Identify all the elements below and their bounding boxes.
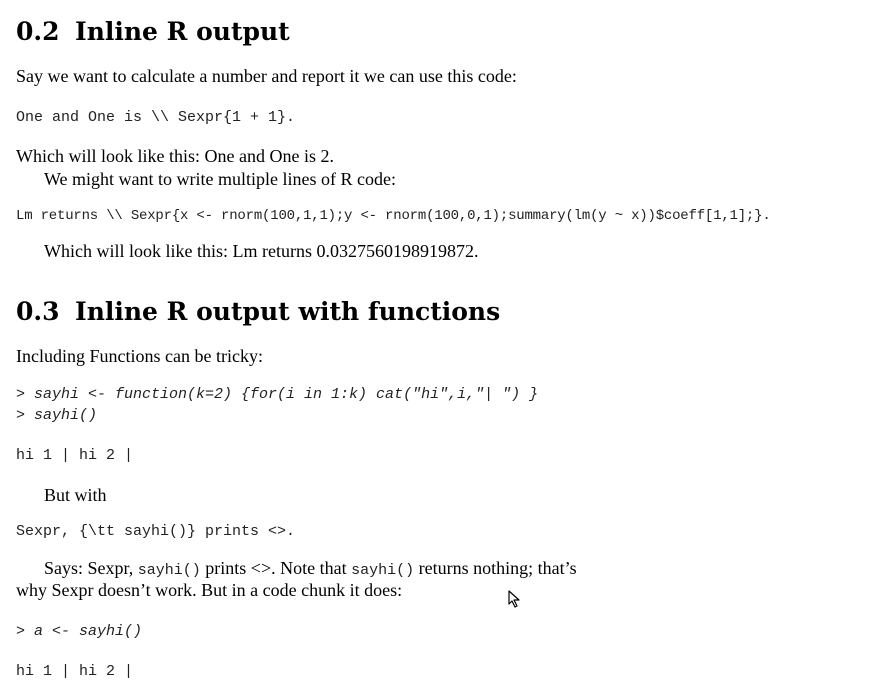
mouse-pointer-icon bbox=[508, 590, 520, 608]
code-line-sexpr-simple: One and One is \\ Sexpr{1 + 1}. bbox=[16, 109, 296, 126]
code-output-1: hi 1 | hi 2 | bbox=[16, 447, 134, 464]
inline-code-sayhi: sayhi() bbox=[351, 562, 415, 579]
section-heading-0-3: 0.3 Inline R output with functions bbox=[16, 297, 500, 326]
section-number: 0.2 bbox=[16, 17, 60, 46]
says-text-c: returns nothing; that’s bbox=[414, 558, 577, 578]
code-line-sexpr-tt: Sexpr, {\tt sayhi()} prints <>. bbox=[16, 523, 296, 540]
paragraph-says: Says: Sexpr, sayhi() prints <>. Note tha… bbox=[44, 558, 577, 579]
says-text-a: Says: Sexpr, bbox=[44, 558, 138, 578]
says-text-b: prints <>. Note that bbox=[200, 558, 352, 578]
section-title: Inline R output bbox=[75, 17, 290, 46]
paragraph-functions-intro: Including Functions can be tricky: bbox=[16, 346, 263, 366]
code-input-line-3: > a <- sayhi() bbox=[16, 623, 143, 640]
code-line-sexpr-lm: Lm returns \\ Sexpr{x <- rnorm(100,1,1);… bbox=[16, 208, 771, 224]
paragraph-result-2: Which will look like this: Lm returns 0.… bbox=[44, 241, 479, 261]
section-title: Inline R output with functions bbox=[75, 297, 501, 326]
code-input-line-2: > sayhi() bbox=[16, 407, 98, 424]
paragraph-multiline: We might want to write multiple lines of… bbox=[44, 169, 396, 189]
paragraph-result-1: Which will look like this: One and One i… bbox=[16, 146, 334, 166]
paragraph-but-with: But with bbox=[44, 485, 107, 505]
code-input-line-1: > sayhi <- function(k=2) {for(i in 1:k) … bbox=[16, 386, 539, 403]
paragraph-intro: Say we want to calculate a number and re… bbox=[16, 66, 517, 86]
section-heading-0-2: 0.2 Inline R output bbox=[16, 17, 290, 46]
inline-code-sayhi: sayhi() bbox=[137, 562, 201, 579]
paragraph-says-line-2: why Sexpr doesn’t work. But in a code ch… bbox=[16, 580, 403, 600]
section-number: 0.3 bbox=[16, 297, 60, 326]
code-output-2: hi 1 | hi 2 | bbox=[16, 663, 134, 680]
